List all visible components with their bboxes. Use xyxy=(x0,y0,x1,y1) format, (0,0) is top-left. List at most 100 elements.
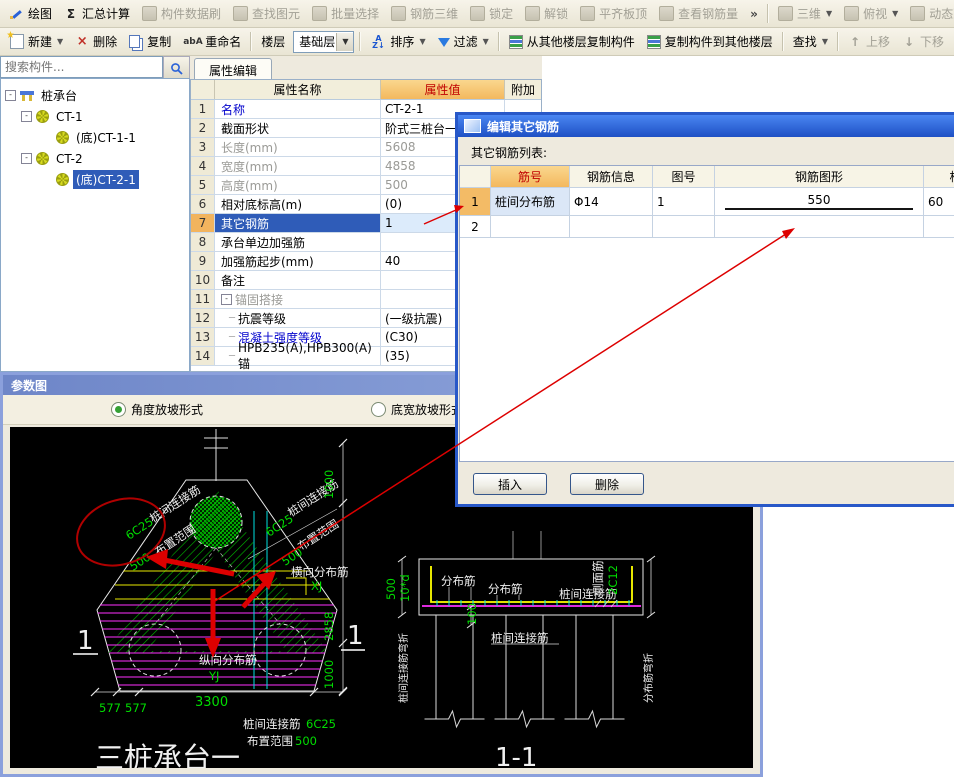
rebar-3d-icon xyxy=(391,6,406,21)
find-button[interactable]: 查找 ▼ xyxy=(787,31,834,52)
rebar-shape-cell[interactable] xyxy=(715,216,924,237)
toolbar-batch-select-button[interactable]: 批量选择 xyxy=(306,3,385,24)
toolbar-orbit-button[interactable]: 动态观察 xyxy=(904,3,954,24)
row-number: 10 xyxy=(191,271,215,289)
toolbar-rebar-3d-button[interactable]: 钢筋三维 xyxy=(385,3,464,24)
toolbar-unlock-button[interactable]: 解锁 xyxy=(519,3,574,24)
count-cell[interactable] xyxy=(924,216,954,237)
property-name: -锚固搭接 xyxy=(215,290,381,308)
separator xyxy=(498,32,500,51)
property-name: 承台单边加强筋 xyxy=(215,233,381,251)
expander-icon[interactable]: - xyxy=(5,90,16,101)
floor-select-value: 基础层 xyxy=(294,33,336,50)
rebar-table-row[interactable]: 2 xyxy=(460,216,954,238)
new-button[interactable]: 新建 ▼ xyxy=(4,31,69,52)
row-number: 5 xyxy=(191,176,215,194)
application-window: 绘图Σ汇总计算构件数据刷 查找图元批量选择钢筋三维锁定解锁平齐板顶查看钢筋量» 三维… xyxy=(0,0,954,777)
cad-label: 1 xyxy=(347,621,364,651)
property-name-text: 长度(mm) xyxy=(221,139,278,156)
tree-item-ct1-1[interactable]: (底)CT-1-1 xyxy=(3,127,187,148)
copy-from-floor-button[interactable]: 从其他楼层复制构件 xyxy=(503,31,641,52)
toolbar-align-slab-button[interactable]: 平齐板顶 xyxy=(574,3,653,24)
align-slab-icon xyxy=(580,6,595,21)
insert-button[interactable]: 插入 xyxy=(473,473,547,495)
toolbar-item-label: 查找图元 xyxy=(252,5,300,22)
cad-label: 6C25 xyxy=(306,717,336,731)
filter-button[interactable]: 过滤 ▼ xyxy=(432,31,495,52)
tree-root-pile-cap[interactable]: -桩承台 xyxy=(3,85,187,106)
rename-label: 重命名 xyxy=(205,33,241,50)
sort-button[interactable]: AZ↓ 排序 ▼ xyxy=(364,31,431,52)
toolbar-lock-button[interactable]: 锁定 xyxy=(464,3,519,24)
move-down-label: 下移 xyxy=(920,33,944,50)
row-number: 2 xyxy=(191,119,215,137)
property-value-text: (35) xyxy=(385,349,410,363)
property-name-text: 抗震等级 xyxy=(238,310,286,327)
header-row-number xyxy=(191,80,215,99)
sort-label: 排序 xyxy=(390,33,414,50)
copy-to-floor-button[interactable]: 复制构件到其他楼层 xyxy=(641,31,779,52)
cad-label: 桩间连接筋 xyxy=(243,717,301,731)
floor-select[interactable]: 基础层 ▼ xyxy=(293,31,354,53)
cad-label: 分布筋 xyxy=(488,582,523,596)
dialog-titlebar[interactable]: 编辑其它钢筋 xyxy=(458,115,954,137)
cad-label: 桩间连接筋 xyxy=(491,631,549,645)
rebar-table-header: 筋号 钢筋信息 图号 钢筋图形 根数 xyxy=(460,166,954,188)
dialog-title: 编辑其它钢筋 xyxy=(487,118,559,135)
toolbar-brush-button[interactable]: 构件数据刷 xyxy=(136,3,227,24)
rebar-table-row[interactable]: 1桩间分布筋Φ14155060 xyxy=(460,188,954,216)
toolbar-draw-button[interactable]: 绘图 xyxy=(4,3,58,24)
expander-icon[interactable]: - xyxy=(21,111,32,122)
floor-copy-icon xyxy=(509,35,523,49)
move-up-button[interactable]: ↑ 上移 xyxy=(842,31,896,52)
property-value-text: 40 xyxy=(385,254,400,268)
chart-no-cell[interactable]: 1 xyxy=(653,188,715,215)
row-number: 9 xyxy=(191,252,215,270)
expander-icon[interactable]: - xyxy=(21,153,32,164)
property-name: 其它钢筋 xyxy=(215,214,381,232)
rename-button[interactable]: abA 重命名 xyxy=(177,31,247,52)
chevron-down-icon: ▼ xyxy=(419,37,425,46)
rebar-shape-cell[interactable]: 550 xyxy=(715,188,924,215)
radio-bottom-width-slope[interactable]: 底宽放坡形式 xyxy=(371,401,463,418)
tree-item-ct2-1[interactable]: (底)CT-2-1 xyxy=(3,169,187,190)
main-toolbar: 绘图Σ汇总计算构件数据刷 查找图元批量选择钢筋三维锁定解锁平齐板顶查看钢筋量» 三维… xyxy=(0,0,954,28)
row-number: 2 xyxy=(460,216,491,237)
tab-strip: 属性编辑 xyxy=(190,56,542,80)
toolbar-sigma-button[interactable]: Σ汇总计算 xyxy=(58,3,136,24)
copy-button[interactable]: 复制 xyxy=(123,31,177,52)
property-name-text: 名称 xyxy=(221,101,245,118)
property-name: 相对底标高(m) xyxy=(215,195,381,213)
search-button[interactable] xyxy=(163,56,190,80)
view-3d-icon xyxy=(778,6,793,21)
toolbar-find-element-button[interactable]: 查找图元 xyxy=(227,3,306,24)
cad-label: 布置范围 xyxy=(247,734,293,748)
search-input[interactable] xyxy=(0,56,163,78)
cad-label: 布置范围 xyxy=(295,517,341,554)
tree-line: ─ xyxy=(229,313,235,324)
rebar-no-cell[interactable] xyxy=(491,216,570,237)
delete-button[interactable]: × 删除 xyxy=(69,31,123,52)
move-down-button[interactable]: ↓ 下移 xyxy=(896,31,950,52)
tree-item-ct1[interactable]: - CT-1 xyxy=(3,106,187,127)
rebar-no-cell[interactable]: 桩间分布筋 xyxy=(491,188,570,215)
chevron-down-icon[interactable]: ▼ xyxy=(336,33,353,51)
toolbar-view-3d-button[interactable]: 三维▼ xyxy=(772,3,838,24)
separator xyxy=(250,32,252,51)
rebar-info-cell[interactable]: Φ14 xyxy=(570,188,653,215)
toolbar-overflow-chevron[interactable]: » xyxy=(744,7,764,21)
toolbar-top-view-button[interactable]: 俯视▼ xyxy=(838,3,904,24)
property-value-text: 阶式三桩台一 xyxy=(385,120,457,137)
expander-icon[interactable]: - xyxy=(221,294,232,305)
delete-row-button[interactable]: 删除 xyxy=(570,473,644,495)
tree-line: ─ xyxy=(229,351,235,362)
count-cell[interactable]: 60 xyxy=(924,188,954,215)
tree-item-label: CT-1 xyxy=(53,109,86,125)
radio-angle-slope[interactable]: 角度放坡形式 xyxy=(111,401,203,418)
chart-no-cell[interactable] xyxy=(653,216,715,237)
toolbar-view-rebar-button[interactable]: 查看钢筋量 xyxy=(653,3,744,24)
property-name: 宽度(mm) xyxy=(215,157,381,175)
cad-label: 500 xyxy=(127,550,153,574)
rebar-info-cell[interactable] xyxy=(570,216,653,237)
tree-item-ct2[interactable]: -CT-2 xyxy=(3,148,187,169)
